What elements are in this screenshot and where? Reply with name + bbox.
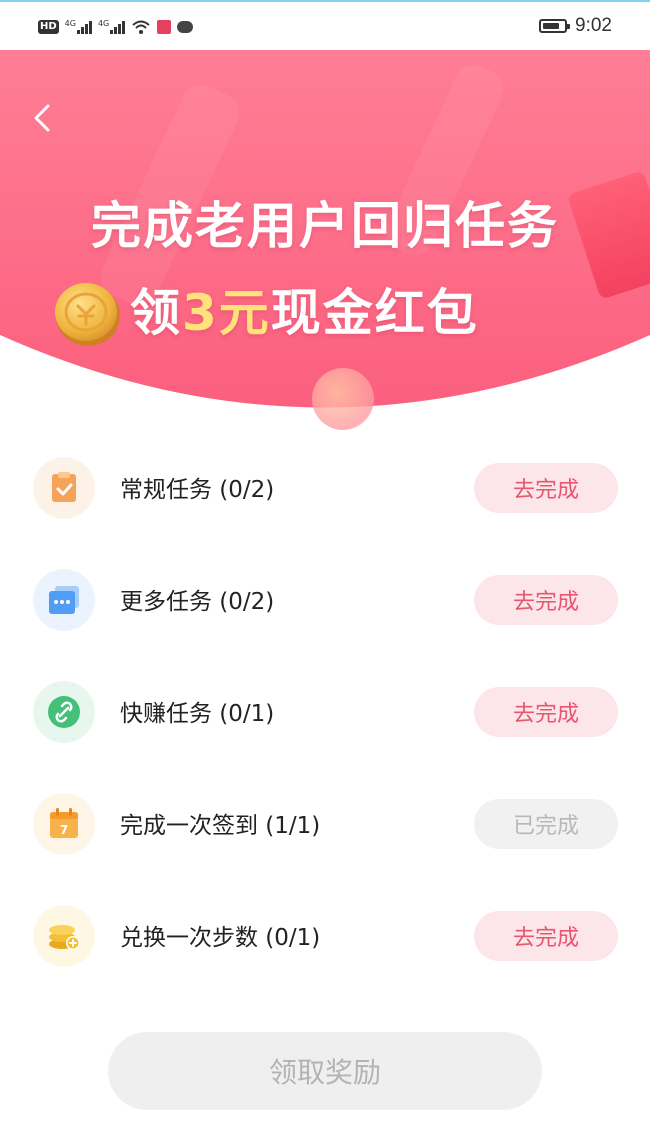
battery-icon <box>539 19 571 33</box>
status-bar-indicators: HD 4G 4G <box>38 16 194 38</box>
task-row-checkin: 7 完成一次签到 (1/1) 已完成 <box>0 771 650 883</box>
calendar-icon: 7 <box>50 808 78 838</box>
chat-bubble-icon <box>49 586 79 614</box>
task-row-quick-earn: 快赚任务 (0/1) 去完成 <box>0 659 650 771</box>
task-label: 快赚任务 (0/1) <box>120 701 275 727</box>
banner-headline: 完成老用户回归任务 <box>91 197 559 255</box>
go-complete-button[interactable]: 去完成 <box>474 463 618 513</box>
go-complete-button[interactable]: 去完成 <box>474 911 618 961</box>
status-bar: HD 4G 4G 9:02 <box>0 0 650 50</box>
task-label: 兑换一次步数 (0/1) <box>120 925 321 951</box>
subline-prefix: 领 <box>130 284 182 342</box>
coin-stack-icon <box>49 925 80 950</box>
banner-subline: 领3元现金红包 <box>130 273 479 345</box>
network-type-label: 4G <box>64 19 76 28</box>
task-label: 完成一次签到 (1/1) <box>120 813 321 839</box>
go-complete-button[interactable]: 去完成 <box>474 575 618 625</box>
battery-level <box>543 23 560 29</box>
status-bar-right: 9:02 <box>539 15 612 37</box>
wifi-icon <box>132 20 150 34</box>
gold-coin-icon <box>55 283 120 346</box>
task-label: 常规任务 (0/2) <box>120 477 275 503</box>
task-icon-wrap: 7 <box>33 793 95 855</box>
claim-reward-button[interactable]: 领取奖励 <box>108 1032 542 1110</box>
task-icon-wrap <box>33 569 95 631</box>
signal-icon: 4G <box>97 19 126 34</box>
task-row-regular: 常规任务 (0/2) 去完成 <box>0 435 650 547</box>
calendar-day-text: 7 <box>60 823 68 837</box>
task-row-more: 更多任务 (0/2) 去完成 <box>0 547 650 659</box>
task-icon-wrap <box>33 681 95 743</box>
clock: 9:02 <box>575 15 612 36</box>
link-icon <box>48 696 80 728</box>
reward-amount: 3元 <box>182 284 271 342</box>
subline-suffix: 现金红包 <box>270 284 479 342</box>
task-list: 常规任务 (0/2) 去完成 更多任务 (0/2) 去完成 快赚任务 (0/1)… <box>0 435 650 995</box>
back-arrow-icon[interactable] <box>24 98 60 138</box>
task-row-exchange-steps: 兑换一次步数 (0/1) 去完成 <box>0 883 650 995</box>
task-label: 更多任务 (0/2) <box>120 589 275 615</box>
task-icon-wrap <box>33 457 95 519</box>
signal-icon: 4G <box>65 20 92 34</box>
task-icon-wrap <box>33 905 95 967</box>
wechat-icon <box>177 21 194 33</box>
network-type-label: 4G <box>97 19 110 28</box>
completed-button[interactable]: 已完成 <box>474 799 618 849</box>
clipboard-check-icon <box>52 472 76 502</box>
hero-banner: 完成老用户回归任务 领3元现金红包 <box>0 50 650 430</box>
app-notification-icon <box>157 20 172 34</box>
hd-badge: HD <box>38 20 59 34</box>
decorative-ball <box>312 368 374 430</box>
go-complete-button[interactable]: 去完成 <box>474 687 618 737</box>
